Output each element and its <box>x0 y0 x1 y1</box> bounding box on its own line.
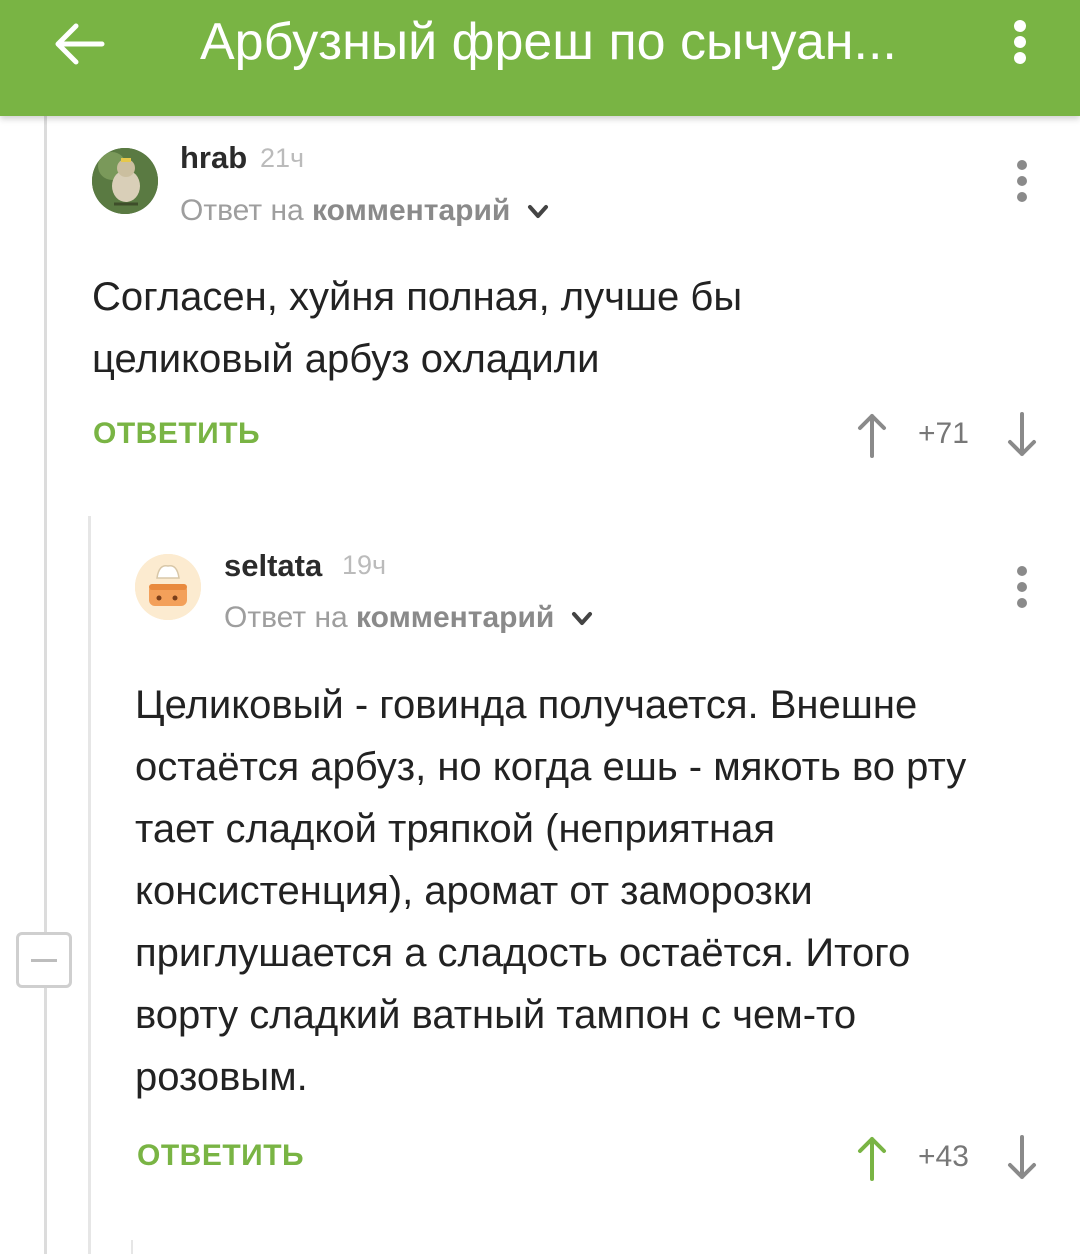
arrow-down-icon <box>1008 412 1036 456</box>
arrow-down-icon <box>1008 1135 1036 1179</box>
chevron-down-icon <box>571 612 592 626</box>
collapse-thread-button[interactable] <box>16 932 72 988</box>
comment-author[interactable]: hrab <box>180 140 247 176</box>
app-bar: Арбузный фреш по сычуан... <box>0 0 1080 116</box>
more-vertical-icon <box>1014 20 1026 64</box>
reply-to-prefix: Ответ на <box>224 601 348 634</box>
reply-button[interactable]: ОТВЕТИТЬ <box>93 417 260 451</box>
arrow-left-icon <box>55 23 105 65</box>
bird-avatar-image <box>92 148 158 214</box>
upvote-button[interactable] <box>852 1133 892 1183</box>
more-menu-button[interactable] <box>1000 12 1040 72</box>
reply-to-target[interactable]: комментарий <box>356 601 554 634</box>
page-title: Арбузный фреш по сычуан... <box>200 13 897 71</box>
upvote-button[interactable] <box>852 410 892 460</box>
arrow-up-icon <box>858 414 886 458</box>
nested-thread-line-inner <box>131 1240 133 1254</box>
cake-avatar-image <box>135 554 201 620</box>
comment-text: Согласен, хуйня полная, лучше бы целиков… <box>92 275 743 381</box>
comment-score: +71 <box>918 417 969 450</box>
comment-menu-button[interactable] <box>1007 563 1037 613</box>
avatar[interactable] <box>135 554 201 620</box>
back-button[interactable] <box>40 14 120 74</box>
nested-thread-line <box>88 516 91 1254</box>
more-vertical-icon <box>1017 566 1027 608</box>
reply-to-target[interactable]: комментарий <box>312 194 510 227</box>
reply-to-link[interactable]: Ответ на комментарий <box>180 194 549 228</box>
downvote-button[interactable] <box>1002 1133 1042 1183</box>
comment-menu-button[interactable] <box>1007 157 1037 207</box>
comment-text: Целиковый - говинда получается. Внешне о… <box>135 683 967 1099</box>
reply-to-prefix: Ответ на <box>180 194 304 227</box>
more-vertical-icon <box>1017 160 1027 202</box>
downvote-button[interactable] <box>1002 410 1042 460</box>
reply-button[interactable]: ОТВЕТИТЬ <box>137 1139 304 1173</box>
thread-line <box>44 116 47 1254</box>
comment-time: 19ч <box>342 550 387 580</box>
comment-score: +43 <box>918 1140 969 1173</box>
arrow-up-icon <box>858 1137 886 1181</box>
reply-to-link[interactable]: Ответ на комментарий <box>224 601 593 635</box>
comment-time: 21ч <box>260 143 305 173</box>
avatar[interactable] <box>92 148 158 214</box>
chevron-down-icon <box>527 205 548 219</box>
comment-author[interactable]: seltata <box>224 548 322 584</box>
